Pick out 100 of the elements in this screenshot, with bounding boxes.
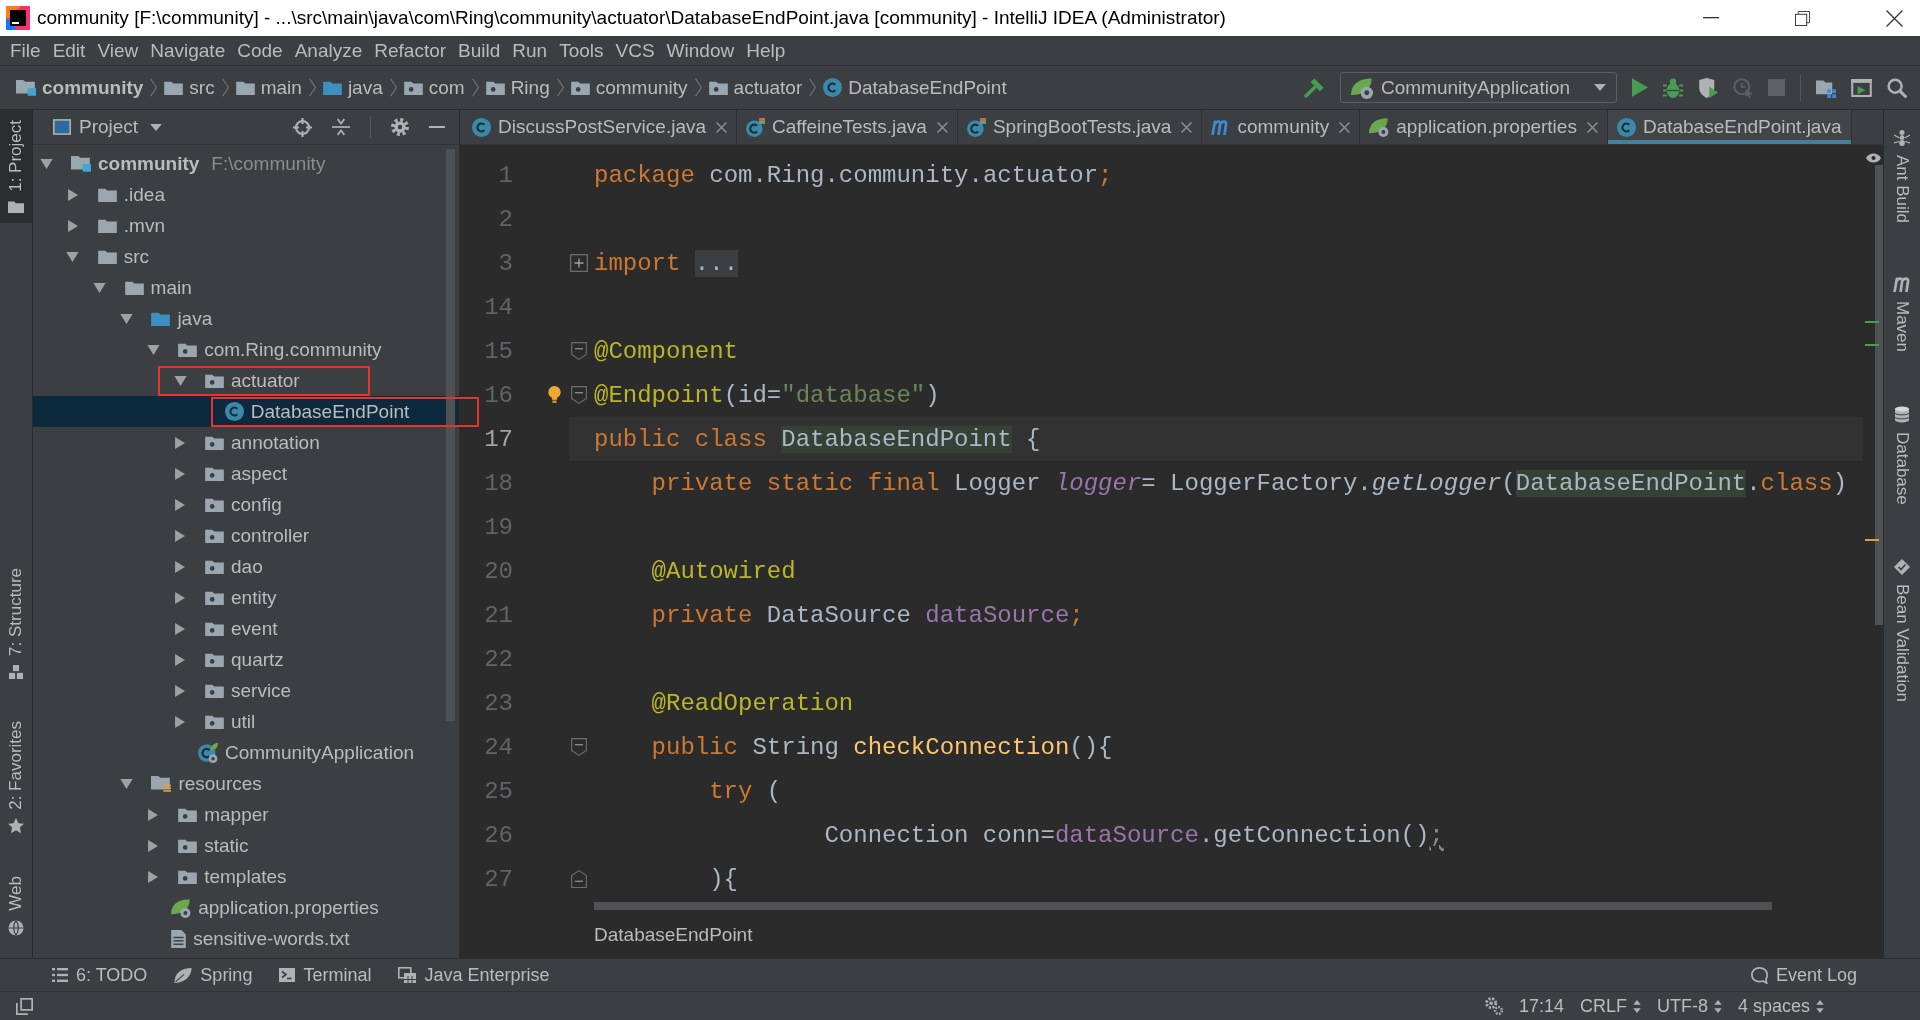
tree-item[interactable]: static <box>33 830 459 861</box>
tree-item[interactable]: sensitive-words.txt <box>33 923 459 954</box>
tree-arrow-icon[interactable] <box>173 375 187 386</box>
fold-expand-icon[interactable] <box>570 254 588 272</box>
tree-item[interactable]: .idea <box>33 179 459 210</box>
settings-icon[interactable] <box>391 118 409 136</box>
line-separator-selector[interactable]: CRLF <box>1579 995 1641 1017</box>
tree-arrow-icon[interactable] <box>146 344 160 355</box>
tool-window-button[interactable]: Ant Build <box>1884 120 1920 234</box>
tree-item[interactable]: annotation <box>33 427 459 458</box>
tool-window-button[interactable]: 6: TODO <box>40 964 163 986</box>
tool-windows-icon[interactable] <box>16 997 33 1015</box>
breadcrumb-item[interactable]: java <box>322 76 383 99</box>
tree-arrow-icon[interactable] <box>93 282 107 293</box>
gears-icon[interactable] <box>1484 997 1503 1015</box>
tree-arrow-icon[interactable] <box>175 436 185 449</box>
menu-item[interactable]: Code <box>231 39 289 62</box>
menu-item[interactable]: View <box>91 39 145 62</box>
menu-item[interactable]: VCS <box>609 39 661 62</box>
tree-item[interactable]: dao <box>33 551 459 582</box>
menu-item[interactable]: Help <box>740 39 792 62</box>
tool-window-button[interactable]: 7: Structure <box>0 557 32 689</box>
scrollbar[interactable] <box>1875 165 1883 625</box>
breadcrumb-item[interactable]: com <box>403 76 465 99</box>
caret-position[interactable]: 17:14 <box>1518 995 1564 1017</box>
tree-item[interactable]: templates <box>33 861 459 892</box>
tree-item[interactable]: event <box>33 613 459 644</box>
tree-arrow-icon[interactable] <box>175 591 185 604</box>
search-icon[interactable] <box>1887 77 1907 98</box>
scrollbar[interactable] <box>446 149 455 721</box>
tree-arrow-icon[interactable] <box>66 251 80 262</box>
breadcrumb-item[interactable]: DatabaseEndPoint <box>594 924 753 946</box>
crosshair-icon[interactable] <box>293 117 312 137</box>
lightbulb-icon[interactable] <box>548 386 561 403</box>
encoding-selector[interactable]: UTF-8 <box>1656 995 1722 1017</box>
menu-item[interactable]: Window <box>660 39 741 62</box>
tool-window-button[interactable]: Event Log <box>1738 964 1872 986</box>
breadcrumb-item[interactable]: src <box>164 76 215 99</box>
tree-item[interactable]: .mvn <box>33 210 459 241</box>
menu-item[interactable]: Tools <box>553 39 610 62</box>
tree-arrow-icon[interactable] <box>148 808 159 821</box>
tree-item[interactable]: entity <box>33 582 459 613</box>
editor-tab[interactable]: DatabaseEndPoint.java <box>1607 110 1852 144</box>
window-run-icon[interactable] <box>1851 78 1872 97</box>
run-icon[interactable] <box>1632 78 1648 97</box>
tree-item[interactable]: application.properties <box>33 892 459 923</box>
eye-icon[interactable] <box>1866 153 1881 163</box>
tool-window-button[interactable]: Terminal <box>267 964 387 986</box>
scrollbar[interactable] <box>594 902 1772 910</box>
tree-item[interactable]: mapper <box>33 799 459 830</box>
tool-window-button[interactable]: Web <box>0 866 32 946</box>
tree-item[interactable]: java <box>33 303 459 334</box>
tool-window-button[interactable]: 2: Favorites <box>0 710 32 845</box>
fold-collapse-icon[interactable] <box>570 341 588 361</box>
menu-item[interactable]: Edit <box>46 39 92 62</box>
project-view-dropdown[interactable]: Project <box>53 116 139 138</box>
breadcrumb-item[interactable]: actuator <box>708 76 803 99</box>
breadcrumb-item[interactable]: Ring <box>485 76 550 99</box>
tree-item[interactable]: controller <box>33 520 459 551</box>
collapse-all-icon[interactable] <box>332 118 350 136</box>
tool-window-button[interactable]: Database <box>1884 396 1920 515</box>
menu-item[interactable]: Run <box>506 39 554 62</box>
run-configuration-dropdown[interactable]: CommunityApplication <box>1340 72 1617 103</box>
tree-item[interactable]: src <box>33 241 459 272</box>
tree-arrow-icon[interactable] <box>148 839 159 852</box>
menu-item[interactable]: Analyze <box>288 39 369 62</box>
tree-item[interactable]: community F:\community <box>33 148 459 179</box>
minimize-icon[interactable] <box>1703 17 1719 19</box>
tool-window-button[interactable]: Bean Validation <box>1884 548 1920 712</box>
fold-collapse-icon[interactable] <box>570 385 588 405</box>
tree-arrow-icon[interactable] <box>175 560 185 573</box>
restore-icon[interactable] <box>1795 10 1810 26</box>
indent-selector[interactable]: 4 spaces <box>1737 995 1824 1017</box>
bug-icon[interactable] <box>1663 77 1683 98</box>
tree-item[interactable]: actuator <box>33 365 459 396</box>
editor-tab[interactable]: application.properties <box>1360 110 1608 144</box>
tree-arrow-icon[interactable] <box>175 715 185 728</box>
menu-item[interactable]: Build <box>452 39 507 62</box>
tree-arrow-icon[interactable] <box>175 622 185 635</box>
tool-window-button[interactable]: Java Enterprise <box>386 964 565 986</box>
menu-item[interactable]: Refactor <box>368 39 453 62</box>
tree-arrow-icon[interactable] <box>119 778 133 789</box>
tree-item[interactable]: quartz <box>33 644 459 675</box>
tree-arrow-icon[interactable] <box>119 313 133 324</box>
caret-icon[interactable] <box>150 123 163 131</box>
tree-arrow-icon[interactable] <box>67 188 78 201</box>
tree-item[interactable]: CommunityApplication <box>33 737 459 768</box>
tree-arrow-icon[interactable] <box>175 467 185 480</box>
editor-tab[interactable]: SpringBootTests.java <box>957 110 1203 144</box>
editor-tab[interactable]: CaffeineTests.java <box>737 110 958 144</box>
tool-window-button[interactable]: Spring <box>162 964 268 986</box>
coverage-icon[interactable] <box>1698 77 1718 98</box>
tree-item[interactable]: com.Ring.community <box>33 334 459 365</box>
tree-arrow-icon[interactable] <box>175 529 185 542</box>
fold-collapse-icon[interactable] <box>570 737 588 757</box>
tool-window-button[interactable]: 1: Project <box>0 110 32 223</box>
tree-item[interactable]: config <box>33 489 459 520</box>
tree-item[interactable]: service <box>33 675 459 706</box>
editor-tab[interactable]: community <box>1202 110 1361 144</box>
hammer-icon[interactable] <box>1304 77 1325 98</box>
